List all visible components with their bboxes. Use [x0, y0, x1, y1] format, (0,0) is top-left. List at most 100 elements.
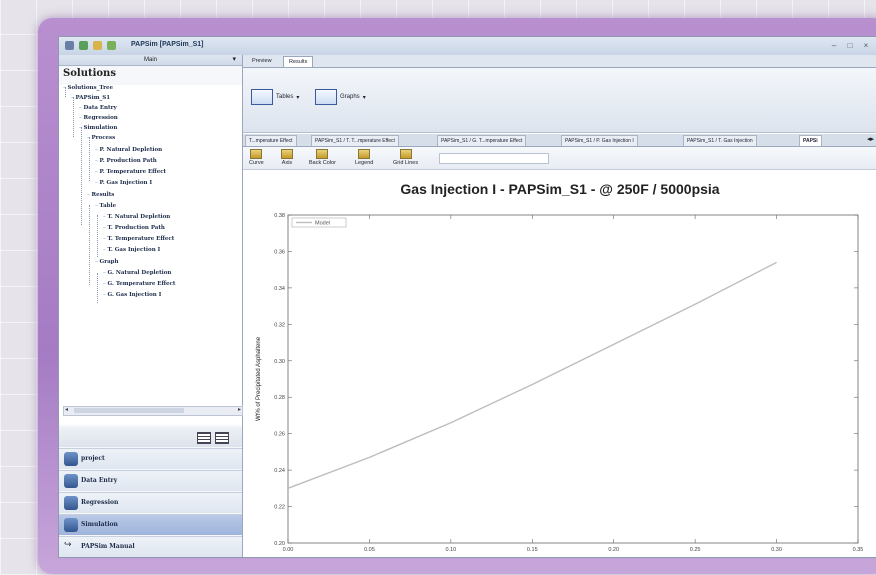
nav-simulation[interactable]: Simulation	[59, 514, 242, 535]
left-panel: Main ▾ Solutions Solutions_Tree PAPSim_S…	[59, 55, 243, 557]
tree-node[interactable]: Data Entry	[79, 105, 117, 111]
tree-node[interactable]: PAPSim_S1	[71, 95, 111, 101]
graphs-button[interactable]: Graphs ▾	[315, 88, 366, 106]
axis-icon	[281, 149, 293, 159]
tree-node[interactable]: Table	[95, 203, 117, 209]
grid-lines-button[interactable]: Grid Lines	[393, 149, 418, 166]
solutions-tree: Solutions_Tree PAPSim_S1 Data Entry Regr…	[59, 85, 242, 425]
tree-node[interactable]: T. Production Path	[103, 225, 165, 231]
tables-button[interactable]: Tables ▾	[251, 88, 299, 106]
nav-data-entry[interactable]: Data Entry	[59, 470, 242, 491]
y-tick-label: 0.28	[274, 395, 285, 401]
save-icon[interactable]	[79, 41, 88, 50]
nav-regression[interactable]: Regression	[59, 492, 242, 513]
tree-node[interactable]: P. Gas Injection I	[95, 180, 153, 186]
tree-node[interactable]: Process	[87, 135, 116, 141]
chart-title: Gas Injection I - PAPSim_S1 - @ 250F / 5…	[400, 181, 719, 197]
y-tick-label: 0.30	[274, 359, 285, 365]
nav-label: Regression	[81, 499, 119, 506]
curve-button[interactable]: Curve	[249, 149, 264, 166]
x-tick-label: 0.25	[690, 547, 701, 553]
nav-label: PAPSim Manual	[81, 543, 135, 550]
close-button[interactable]: ×	[859, 40, 873, 51]
maximize-button[interactable]: □	[843, 40, 857, 51]
document-tab[interactable]: PAPSim_S1 / G. T...mperature Effect	[437, 135, 527, 146]
chart-area: Gas Injection I - PAPSim_S1 - @ 250F / 5…	[243, 170, 876, 557]
tree-node[interactable]: T. Natural Depletion	[103, 214, 171, 220]
document-tab[interactable]: PAPSim_S1 / T. T...mperature Effect	[311, 135, 399, 146]
axis-button[interactable]: Axis	[281, 149, 293, 166]
y-tick-label: 0.26	[274, 432, 285, 438]
nav-label: Data Entry	[81, 477, 118, 484]
scroll-thumb[interactable]	[74, 408, 184, 413]
x-tick-label: 0.20	[608, 547, 619, 553]
legend-label: Model	[315, 221, 330, 227]
legend-button[interactable]: Legend	[355, 149, 373, 166]
tab-results[interactable]: Results	[283, 56, 314, 67]
scroll-right-icon[interactable]: ▸	[238, 406, 241, 413]
tree-node[interactable]: G. Natural Depletion	[103, 270, 172, 276]
tree-node[interactable]: T. Temperature Effect	[103, 236, 175, 242]
y-axis-label: Wt% of Precipitated Asphaltene	[256, 336, 262, 421]
tree-node[interactable]: G. Temperature Effect	[103, 281, 176, 287]
undo-icon[interactable]	[93, 41, 102, 50]
tree-node[interactable]: Graph	[95, 259, 119, 265]
chart-option-input[interactable]	[439, 153, 549, 164]
chevron-down-icon: ▾	[362, 94, 366, 101]
line-chart: Gas Injection I - PAPSim_S1 - @ 250F / 5…	[256, 181, 863, 553]
document-tab[interactable]: PAPSim_S1 / T. Gas Injection	[683, 135, 757, 146]
axis-label: Axis	[281, 160, 293, 166]
window-title: PAPSim [PAPSim_S1]	[131, 41, 204, 48]
legend-label: Legend	[355, 160, 374, 166]
document-tabs: T...mperature Effect PAPSim_S1 / T. T...…	[243, 134, 876, 147]
tab-scroll-arrows-icon[interactable]: ◂▸	[867, 135, 874, 143]
tab-preview[interactable]: Preview	[247, 56, 277, 66]
scroll-left-icon[interactable]: ◂	[65, 406, 68, 413]
y-tick-label: 0.36	[274, 249, 285, 255]
y-tick-label: 0.24	[274, 468, 285, 474]
panel-menu-icon[interactable]: ▾	[232, 55, 236, 65]
document-tab[interactable]: T...mperature Effect	[245, 135, 297, 146]
x-tick-label: 0.10	[445, 547, 456, 553]
x-tick-label: 0.30	[771, 547, 782, 553]
tree-horizontal-scrollbar[interactable]: ◂ ▸	[63, 406, 243, 416]
document-tab[interactable]: PAPSim_S1 / P. Gas Injection I	[561, 135, 638, 146]
y-tick-label: 0.38	[274, 213, 285, 219]
back-color-button[interactable]: Back Color	[309, 149, 336, 166]
tree-node[interactable]: T. Gas Injection I	[103, 247, 161, 253]
y-tick-label: 0.32	[274, 322, 285, 328]
x-tick-label: 0.15	[527, 547, 538, 553]
app-window: PAPSim [PAPSim_S1] – □ × Main ▾ Solution…	[58, 36, 876, 558]
nav-project[interactable]: project	[59, 448, 242, 469]
curve-label: Curve	[249, 160, 264, 166]
nav-manual[interactable]: ↪ PAPSim Manual	[59, 536, 242, 557]
graphs-label: Graphs	[340, 94, 360, 100]
tree-node[interactable]: P. Natural Depletion	[95, 147, 163, 153]
minimize-button[interactable]: –	[827, 40, 841, 51]
app-menu-icon[interactable]	[65, 41, 74, 50]
tree-node[interactable]: Regression	[79, 115, 118, 121]
regression-icon	[64, 496, 78, 510]
detail-view-icon[interactable]	[215, 432, 229, 444]
grid-lines-icon	[399, 149, 412, 159]
curve-icon	[250, 149, 263, 159]
nav-label: Simulation	[81, 521, 118, 528]
x-tick-label: 0.05	[364, 547, 375, 553]
left-panel-header-label: Main	[143, 57, 157, 63]
y-tick-label: 0.34	[274, 286, 285, 292]
tree-node[interactable]: Solutions_Tree	[63, 85, 113, 91]
series-line	[287, 261, 777, 489]
chevron-down-icon: ▾	[296, 94, 300, 101]
tree-node[interactable]: G. Gas Injection I	[103, 292, 162, 298]
list-view-icon[interactable]	[197, 432, 211, 444]
tree-node[interactable]: P. Temperature Effect	[95, 169, 167, 175]
x-tick-label: 0.00	[283, 547, 294, 553]
tree-node[interactable]: P. Production Path	[95, 158, 157, 164]
tree-node[interactable]: Results	[87, 192, 115, 198]
project-icon	[64, 452, 78, 466]
ribbon: Tables ▾ Graphs ▾	[243, 68, 876, 133]
run-icon[interactable]	[107, 41, 116, 50]
table-icon	[251, 89, 273, 105]
tree-node[interactable]: Simulation	[79, 125, 118, 131]
document-tab-active[interactable]: PAPSi	[799, 135, 822, 146]
